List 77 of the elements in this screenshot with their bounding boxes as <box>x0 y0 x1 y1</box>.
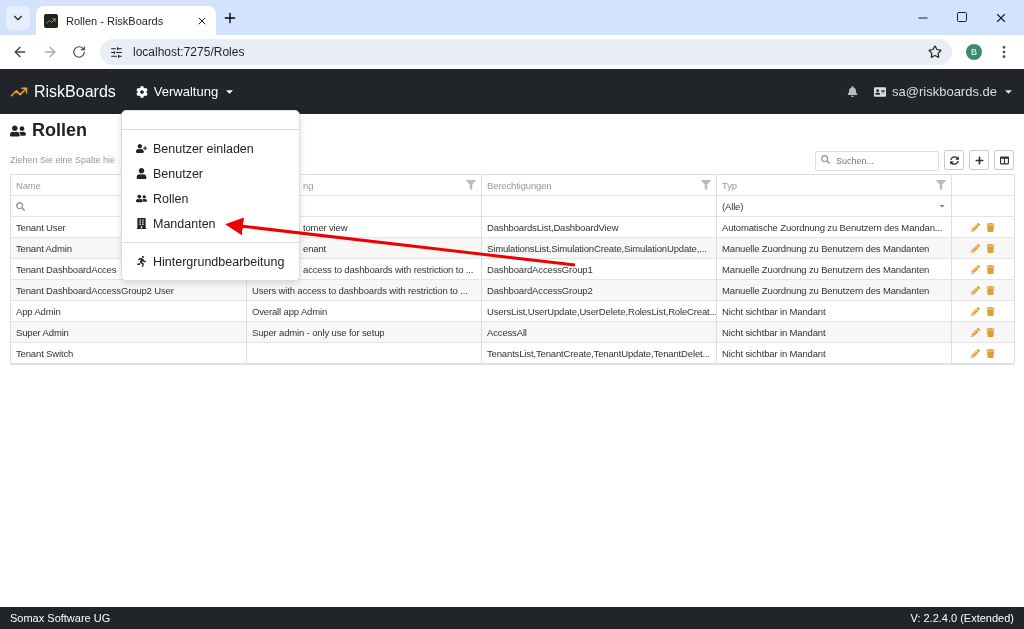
settings-icon <box>135 85 148 98</box>
bookmark-star-icon[interactable] <box>928 45 942 59</box>
edit-icon[interactable] <box>971 243 980 253</box>
tab-list-button[interactable] <box>6 5 30 30</box>
address-bar[interactable]: localhost:7275/Roles <box>100 39 952 65</box>
table-cell: DashboardAccessGroup2 <box>482 280 717 301</box>
delete-icon[interactable] <box>986 327 995 337</box>
maximize-icon[interactable] <box>956 10 968 23</box>
menu-item[interactable]: Benutzer einladen <box>122 136 299 161</box>
user-menu[interactable]: sa@riskboards.de <box>874 84 1014 99</box>
table-cell: TenantsList,TenantCreate,TenantUpdate,TenantDelet... <box>482 343 717 364</box>
table-cell: Overall app Admin <box>247 301 482 322</box>
user-card-icon <box>874 85 887 98</box>
table-cell: Tenant Switch <box>11 343 247 364</box>
edit-icon[interactable] <box>971 285 980 295</box>
footer-version: V: 2.2.4.0 (Extended) <box>910 612 1014 624</box>
delete-icon[interactable] <box>986 306 995 316</box>
building-icon <box>136 218 147 229</box>
table-cell: Nicht sichtbar in Mandant <box>717 343 952 364</box>
edit-icon[interactable] <box>971 306 980 316</box>
search-icon <box>821 155 830 164</box>
caret-icon <box>938 202 946 210</box>
column-chooser-button[interactable] <box>994 150 1014 170</box>
table-cell: App Admin <box>11 301 247 322</box>
footer-company: Somax Software UG <box>10 612 111 624</box>
back-icon[interactable] <box>12 44 28 60</box>
table-cell: AccessAll <box>482 322 717 343</box>
columns-icon <box>999 155 1009 165</box>
table-cell: Tenant DashboardAccessGroup2 User <box>11 280 247 301</box>
search-icon <box>16 201 25 211</box>
user-plus-icon <box>136 143 147 154</box>
reload-icon[interactable] <box>72 45 86 59</box>
edit-icon[interactable] <box>971 348 980 358</box>
filter-icon[interactable] <box>936 180 946 190</box>
filter-icon[interactable] <box>701 180 711 190</box>
table-cell: Super admin - only use for setup <box>247 322 482 343</box>
table-cell: DashboardAccessGroup1 <box>482 259 717 280</box>
table-cell: Manuelle Zuordnung zu Benutzern des Mandanten <box>717 238 952 259</box>
running-person-icon <box>136 256 147 267</box>
delete-icon[interactable] <box>986 243 995 253</box>
profile-avatar[interactable]: B <box>966 44 982 60</box>
page-title-text: Rollen <box>32 120 87 141</box>
table-cell: Manuelle Zuordnung zu Benutzern des Mandanten <box>717 280 952 301</box>
table-cell: Super Admin <box>11 322 247 343</box>
table-cell: Nicht sichtbar in Mandant <box>717 301 952 322</box>
add-button[interactable] <box>969 150 989 170</box>
table-cell: UsersList,UserUpdate,UserDelete,RolesList,RoleCreat... <box>482 301 717 322</box>
chart-icon <box>44 13 58 28</box>
delete-icon[interactable] <box>986 348 995 358</box>
edit-icon[interactable] <box>971 222 980 232</box>
delete-icon[interactable] <box>986 222 995 232</box>
user-icon <box>136 168 147 179</box>
nav-menu[interactable]: Verwaltung <box>135 84 236 99</box>
table-cell: Manuelle Zuordnung zu Benutzern des Mandanten <box>717 259 952 280</box>
table-cell: Automatische Zuordnung zu Benutzern des Mandan... <box>717 217 952 238</box>
search-field[interactable]: Suchen... <box>815 151 939 171</box>
browser-tab[interactable]: Rollen - RiskBoards <box>36 6 216 35</box>
delete-icon[interactable] <box>986 285 995 295</box>
forward-icon[interactable] <box>42 44 58 60</box>
group-panel-hint: Ziehen Sie eine Spalte hie <box>10 155 116 165</box>
delete-icon[interactable] <box>986 264 995 274</box>
users-icon <box>136 193 147 204</box>
type-filter-select[interactable]: (Alle) <box>717 196 952 217</box>
edit-icon[interactable] <box>971 264 980 274</box>
edit-icon[interactable] <box>971 327 980 337</box>
brand-logo-text[interactable]: RiskBoards <box>34 82 116 101</box>
refresh-button[interactable] <box>944 150 964 170</box>
refresh-icon <box>949 155 959 165</box>
filter-icon[interactable] <box>466 180 476 190</box>
site-info-icon[interactable] <box>110 45 123 59</box>
table-cell: Users with access to dashboards with restriction to ... <box>247 280 482 301</box>
table-cell: SimulationsList,SimulationCreate,SimulationUpdate,... <box>482 238 717 259</box>
bell-icon[interactable] <box>847 86 859 97</box>
filter-cell[interactable] <box>482 196 717 217</box>
table-cell: DashboardsList,DashboardView <box>482 217 717 238</box>
plus-icon <box>974 155 984 165</box>
table-cell: Nicht sichtbar in Mandant <box>717 322 952 343</box>
